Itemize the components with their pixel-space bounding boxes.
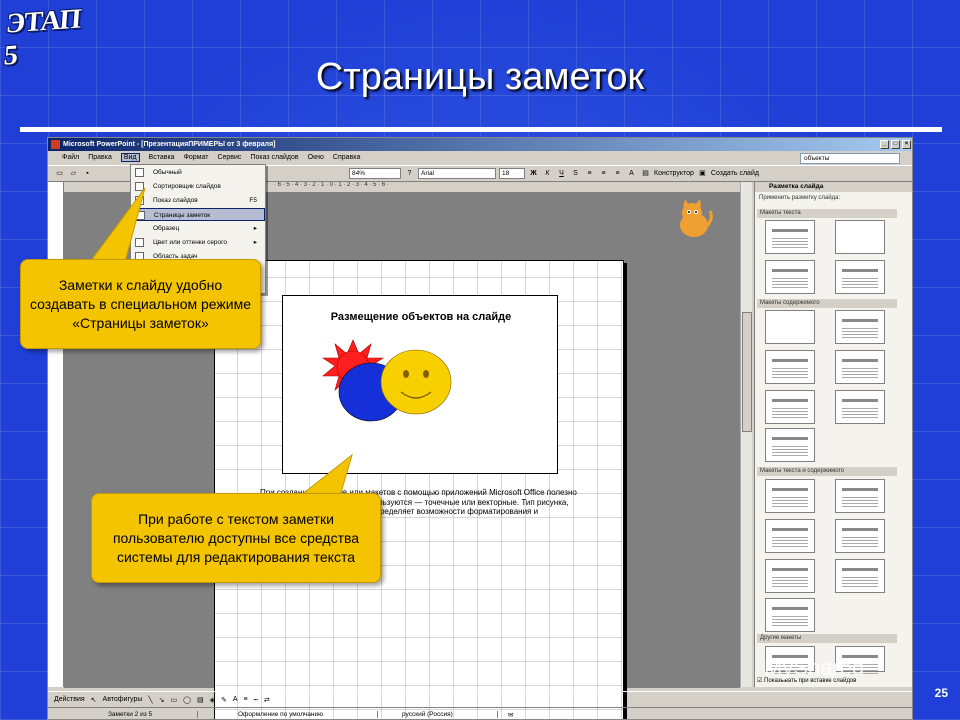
callout-bottom: При работе с текстом заметки пользовател… [91,493,381,583]
callout-top: Заметки к слайду удобно создавать в спец… [20,259,261,349]
callout-pointer-bottom [298,453,353,497]
cat-clipart [680,199,713,237]
callout-pointers [89,187,353,497]
callout-pointer-top [89,187,146,263]
watermark: MyShared [764,655,865,680]
slide-number: 25 [934,686,948,700]
